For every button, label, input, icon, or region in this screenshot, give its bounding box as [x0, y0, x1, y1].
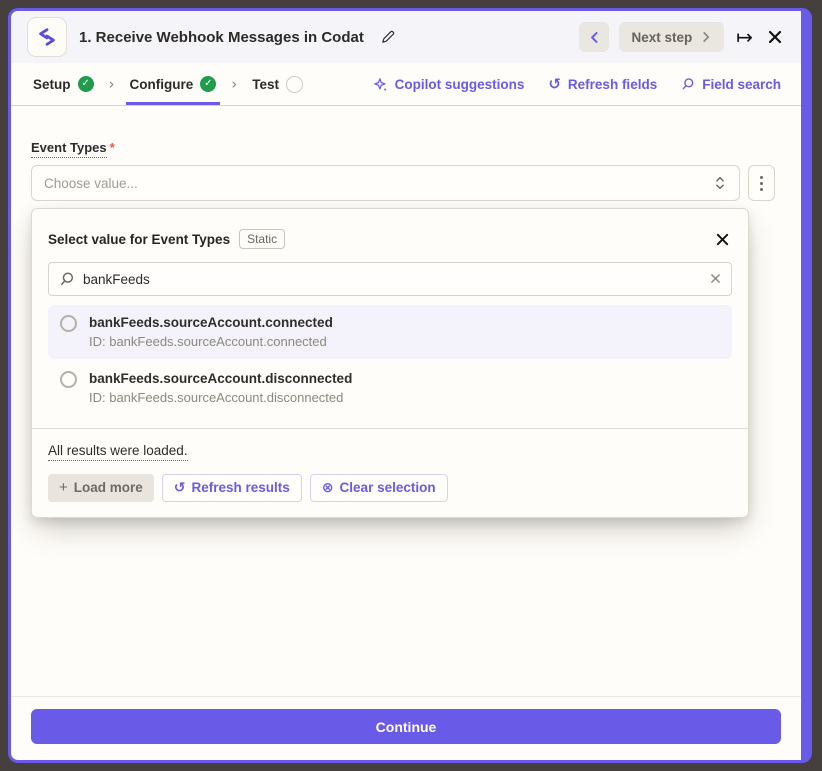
option-id: ID: bankFeeds.sourceAccount.disconnected: [89, 389, 352, 408]
refresh-results-label: Refresh results: [192, 480, 290, 495]
refresh-fields-button[interactable]: ↺ Refresh fields: [548, 77, 657, 92]
configure-form: Event Types * Choose value...: [11, 106, 801, 696]
load-more-label: Load more: [74, 480, 143, 495]
results-status-text: All results were loaded.: [48, 443, 188, 461]
field-search-button[interactable]: Field search: [681, 77, 781, 92]
static-badge: Static: [239, 229, 285, 249]
picker-search-input[interactable]: [48, 262, 732, 296]
setup-complete-icon: ✓: [78, 76, 94, 92]
previous-step-button[interactable]: [579, 22, 609, 52]
clear-search-button[interactable]: [707, 270, 724, 287]
tab-separator-icon: ›: [218, 63, 250, 105]
step-header: 1. Receive Webhook Messages in Codat Nex…: [11, 11, 801, 63]
search-icon: [681, 77, 695, 91]
radio-icon[interactable]: [60, 371, 77, 388]
step-title: 1. Receive Webhook Messages in Codat: [79, 29, 364, 46]
select-stepper-icon: [713, 175, 727, 191]
close-step-button[interactable]: [765, 27, 785, 47]
tab-test[interactable]: Test: [250, 63, 305, 105]
tab-configure[interactable]: Configure ✓: [128, 63, 219, 105]
tab-test-label: Test: [252, 77, 279, 92]
open-side-panel-button[interactable]: ↦: [734, 25, 755, 49]
select-placeholder: Choose value...: [44, 176, 138, 191]
event-types-label[interactable]: Event Types: [31, 140, 107, 158]
option-label: bankFeeds.sourceAccount.disconnected: [89, 369, 352, 389]
codat-app-icon: [27, 17, 67, 57]
close-icon: [709, 272, 722, 285]
continue-button[interactable]: Continue: [31, 709, 781, 744]
step-tabbar: Setup ✓ › Configure ✓ › Test Copilot sug…: [11, 63, 801, 106]
step-footer: Continue: [11, 696, 801, 760]
option-id: ID: bankFeeds.sourceAccount.connected: [89, 333, 333, 352]
option-bankfeeds-connected[interactable]: bankFeeds.sourceAccount.connected ID: ba…: [48, 305, 732, 359]
chevron-right-icon: [700, 31, 712, 43]
picker-options-list: bankFeeds.sourceAccount.connected ID: ba…: [32, 296, 748, 416]
tab-setup[interactable]: Setup ✓: [31, 63, 96, 105]
bar-arrow-icon: ↦: [736, 27, 753, 47]
close-icon: [767, 29, 783, 45]
configure-complete-icon: ✓: [200, 76, 216, 92]
field-options-menu-button[interactable]: [748, 165, 775, 201]
required-marker: *: [110, 140, 115, 155]
kebab-menu-icon: [760, 176, 763, 179]
option-label: bankFeeds.sourceAccount.connected: [89, 313, 333, 333]
event-types-select[interactable]: Choose value...: [31, 165, 740, 201]
edit-title-icon[interactable]: [378, 27, 398, 47]
plus-icon: +: [59, 479, 68, 496]
close-icon: [715, 232, 730, 247]
value-picker-panel: Select value for Event Types Static: [31, 208, 749, 518]
load-more-button[interactable]: + Load more: [48, 474, 154, 502]
tab-setup-label: Setup: [33, 77, 71, 92]
clear-selection-label: Clear selection: [340, 480, 436, 495]
sparkle-icon: [373, 77, 388, 92]
copilot-suggestions-label: Copilot suggestions: [395, 77, 525, 92]
refresh-results-button[interactable]: ↺ Refresh results: [162, 474, 302, 502]
radio-icon[interactable]: [60, 315, 77, 332]
refresh-fields-label: Refresh fields: [568, 77, 657, 92]
picker-close-button[interactable]: [713, 230, 732, 249]
refresh-icon: ↺: [174, 481, 186, 495]
tab-configure-label: Configure: [130, 77, 194, 92]
option-bankfeeds-disconnected[interactable]: bankFeeds.sourceAccount.disconnected ID:…: [48, 361, 732, 415]
copilot-suggestions-button[interactable]: Copilot suggestions: [373, 77, 525, 92]
test-incomplete-icon: [286, 76, 303, 93]
search-icon: [59, 271, 75, 287]
tab-separator-icon: ›: [96, 63, 128, 105]
field-search-label: Field search: [702, 77, 781, 92]
next-step-label: Next step: [631, 30, 692, 45]
next-step-button[interactable]: Next step: [619, 22, 724, 52]
clear-selection-button[interactable]: ⊗ Clear selection: [310, 474, 448, 502]
step-editor-window: 1. Receive Webhook Messages in Codat Nex…: [8, 8, 812, 763]
refresh-icon: ↺: [548, 77, 561, 92]
picker-title: Select value for Event Types: [48, 232, 230, 247]
circle-x-icon: ⊗: [322, 481, 334, 495]
